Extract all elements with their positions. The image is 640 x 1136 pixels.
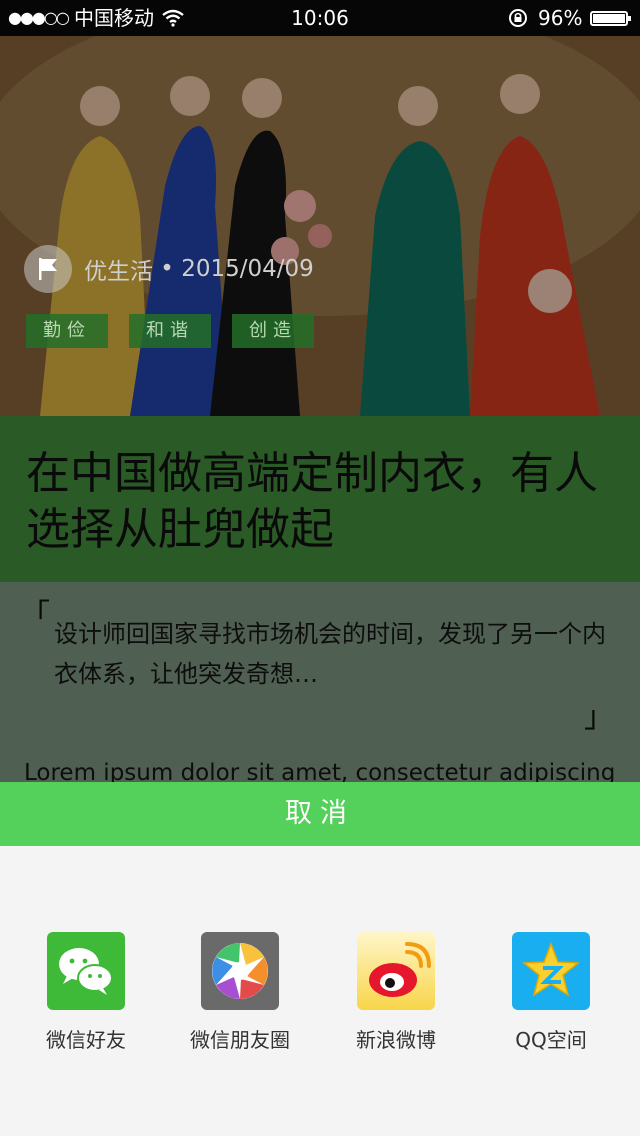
meta-separator: •	[153, 256, 182, 282]
article-quote-block: 「 设计师回国家寻找市场机会的时间，发现了另一个内衣体系，让他突发奇想… 」 L…	[0, 582, 640, 782]
quote-close-mark: 」	[584, 700, 614, 735]
tag[interactable]: 创造	[232, 314, 314, 348]
share-moments-button[interactable]: 微信朋友圈	[175, 932, 305, 1053]
hero-dim-overlay	[0, 36, 640, 416]
battery-icon	[590, 11, 631, 26]
tag[interactable]: 勤俭	[26, 314, 108, 348]
share-target-label: 新浪微博	[356, 1028, 436, 1052]
share-target-label: 微信朋友圈	[190, 1028, 290, 1052]
article-body-preview: Lorem ipsum dolor sit amet, consectetur …	[24, 760, 616, 782]
share-weibo-button[interactable]: 新浪微博	[331, 932, 461, 1053]
publish-date: 2015/04/09	[181, 256, 314, 282]
author-name[interactable]: 优生活	[84, 252, 153, 286]
share-wechat-friend-button[interactable]: 微信好友	[21, 932, 151, 1053]
share-panel: 微信好友 微信朋友圈 新浪微博 QQ空间	[0, 846, 640, 1136]
article-quote: 设计师回国家寻找市场机会的时间，发现了另一个内衣体系，让他突发奇想…	[54, 620, 606, 688]
cancel-button[interactable]: 取消	[0, 782, 640, 846]
flag-icon	[39, 258, 57, 280]
share-qzone-button[interactable]: QQ空间	[486, 932, 616, 1053]
share-target-label: 微信好友	[46, 1028, 126, 1052]
article-title-block: 在中国做高端定制内衣，有人选择从肚兜做起	[0, 416, 640, 582]
wechat-icon	[47, 932, 125, 1010]
share-target-label: QQ空间	[515, 1028, 587, 1052]
rotation-lock-icon	[508, 0, 528, 41]
qzone-icon	[512, 932, 590, 1010]
tag-list: 勤俭 和谐 创造	[26, 314, 335, 348]
status-bar: ●●●○○ 中国移动 10:06 96%	[0, 0, 640, 36]
moments-icon	[201, 932, 279, 1010]
battery-percent: 96%	[538, 6, 583, 30]
hero-image: 优生活 • 2015/04/09 勤俭 和谐 创造	[0, 36, 640, 416]
quote-open-mark: 「	[20, 598, 50, 633]
article-title: 在中国做高端定制内衣，有人选择从肚兜做起	[26, 448, 598, 555]
tag[interactable]: 和谐	[129, 314, 211, 348]
author-row: 优生活 • 2015/04/09	[24, 244, 314, 294]
avatar[interactable]	[24, 245, 72, 293]
weibo-icon	[357, 932, 435, 1010]
